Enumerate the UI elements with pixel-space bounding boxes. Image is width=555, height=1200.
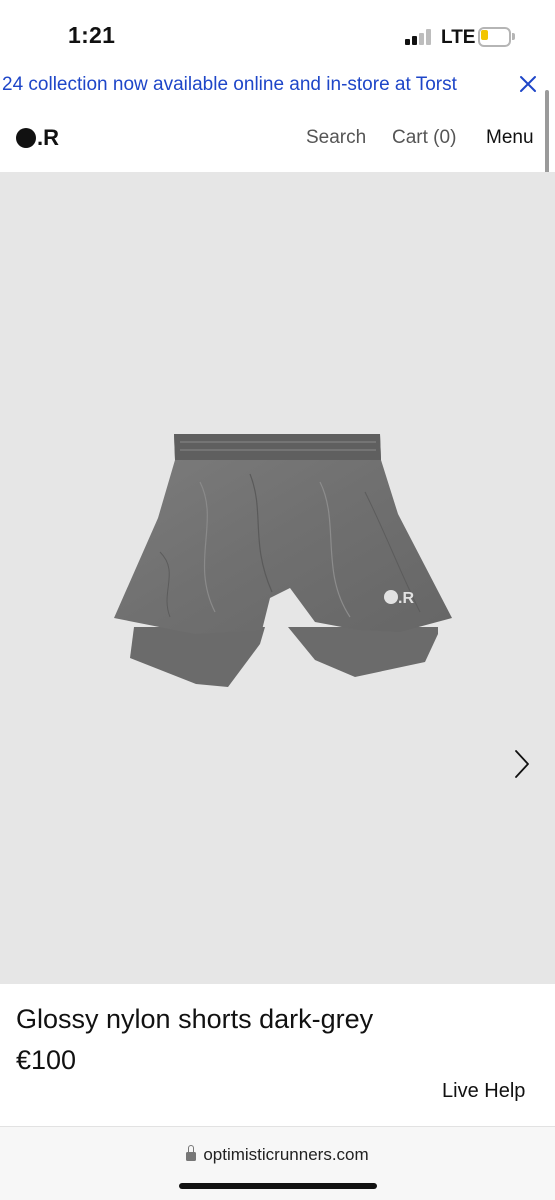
search-link[interactable]: Search: [306, 127, 366, 149]
logo-text: .R: [37, 125, 59, 150]
lock-icon: [186, 1145, 197, 1161]
shorts-logo-text: .R: [398, 590, 414, 607]
site-header: .R Search Cart (0) Menu: [0, 110, 555, 166]
product-price: €100: [16, 1045, 77, 1075]
logo-dot: [16, 128, 36, 148]
network-label: LTE: [441, 27, 476, 48]
status-bar: 1:21 LTE: [0, 0, 555, 66]
cart-link[interactable]: Cart (0): [392, 127, 456, 149]
chevron-right-icon[interactable]: [509, 747, 535, 781]
logo[interactable]: .R: [16, 125, 59, 150]
close-icon[interactable]: [516, 72, 540, 96]
signal-icon: [405, 29, 435, 45]
product-gallery[interactable]: .R: [0, 172, 555, 984]
battery-icon: [478, 27, 515, 47]
live-help-button[interactable]: Live Help: [442, 1080, 525, 1103]
product-image-shorts: .R: [114, 434, 452, 687]
url-display[interactable]: optimisticrunners.com: [0, 1145, 555, 1165]
status-time: 1:21: [68, 22, 116, 48]
url-text: optimisticrunners.com: [203, 1145, 369, 1164]
product-title: Glossy nylon shorts dark-grey: [16, 1004, 374, 1034]
announcement-bar: 24 collection now available online and i…: [0, 66, 555, 104]
home-indicator[interactable]: [179, 1183, 377, 1189]
menu-button[interactable]: Menu: [486, 127, 534, 149]
browser-url-bar[interactable]: optimisticrunners.com: [0, 1126, 555, 1200]
announcement-text[interactable]: 24 collection now available online and i…: [2, 74, 502, 96]
